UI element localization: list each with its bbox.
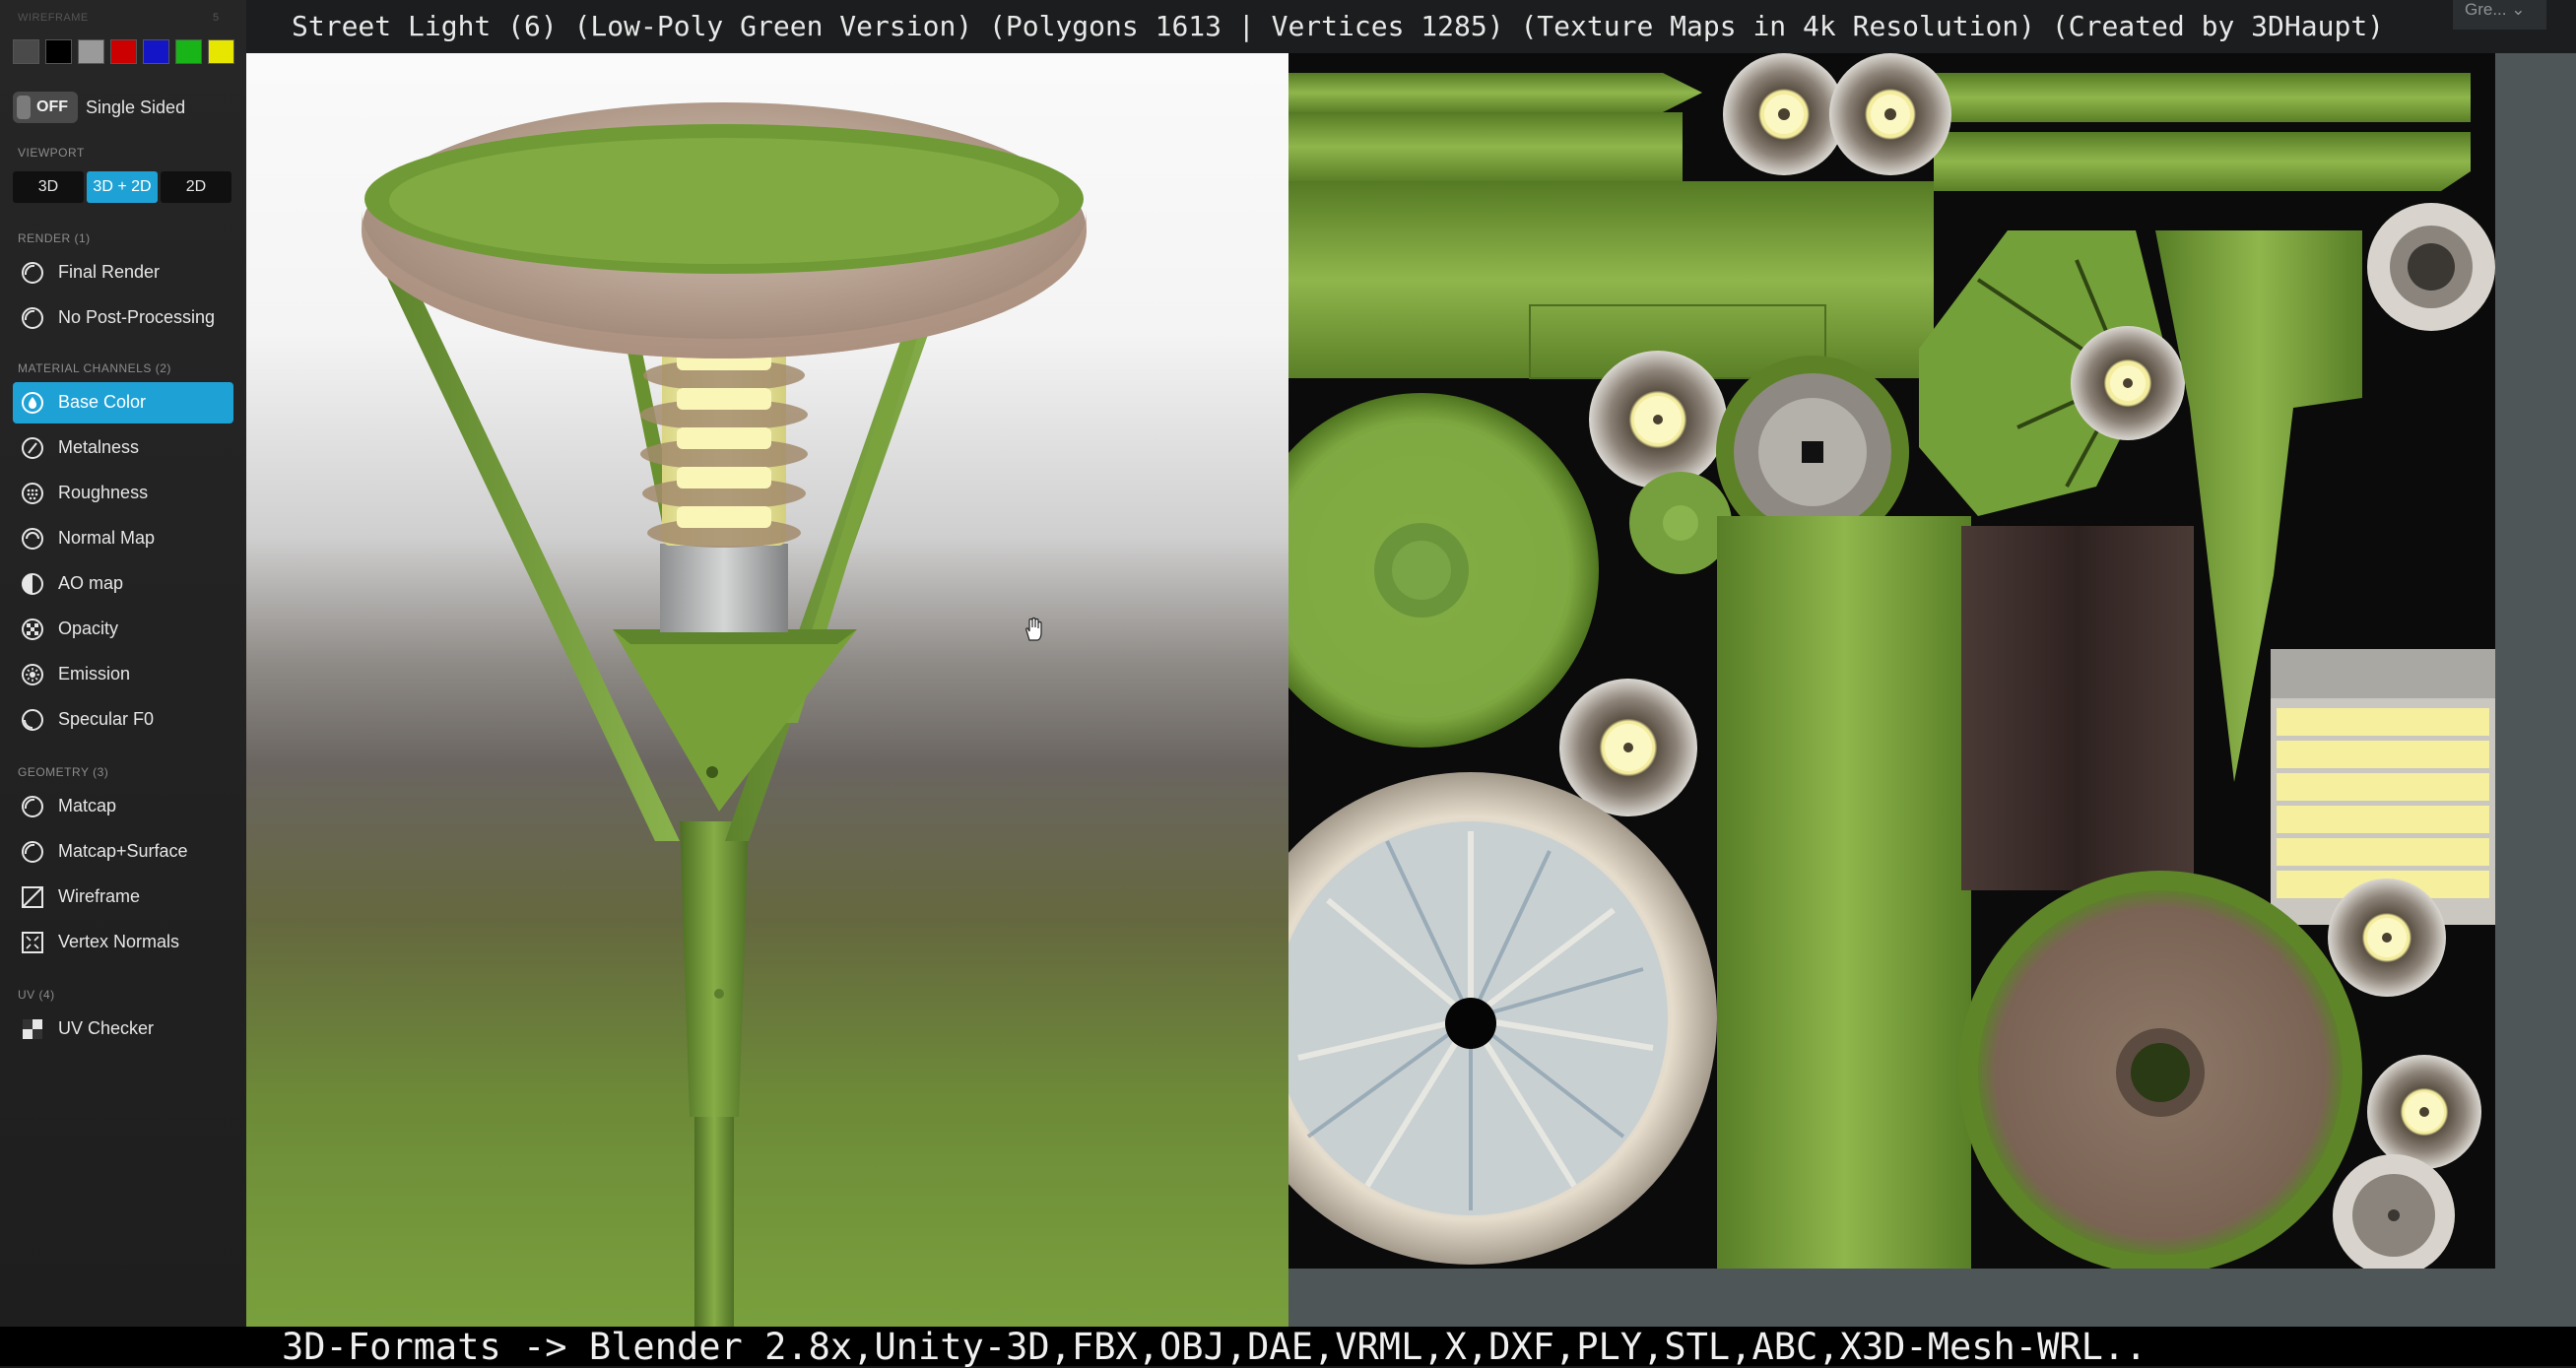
- menu-item-label: UV Checker: [58, 1018, 155, 1038]
- menu-item-label: Vertex Normals: [58, 932, 180, 951]
- uv-header: UV (4): [18, 988, 55, 1002]
- sphere-icon: [22, 841, 43, 863]
- wireframe-color-swatch[interactable]: [175, 39, 202, 64]
- menu-item-opacity[interactable]: Opacity: [13, 609, 233, 650]
- sphere-outline-icon: [22, 709, 43, 731]
- menu-item-matcap-surface[interactable]: Matcap+Surface: [13, 831, 233, 873]
- menu-item-emission[interactable]: Emission: [13, 654, 233, 695]
- material-channels-header: MATERIAL CHANNELS (2): [18, 361, 171, 375]
- menu-item-label: Normal Map: [58, 528, 156, 548]
- sun-icon: [22, 664, 43, 685]
- menu-item-label: Roughness: [58, 483, 149, 502]
- hand-cursor-icon: [1025, 617, 1042, 641]
- wireframe-color-swatch[interactable]: [208, 39, 234, 64]
- wireframe-color-swatch[interactable]: [143, 39, 169, 64]
- viewport-2d-button[interactable]: 2D: [161, 171, 231, 203]
- menu-item-uv-checker[interactable]: UV Checker: [13, 1009, 233, 1050]
- sphere-icon: [22, 307, 43, 329]
- droplet-icon: [22, 392, 43, 414]
- menu-item-matcap[interactable]: Matcap: [13, 786, 233, 827]
- viewport-3d-button[interactable]: 3D: [13, 171, 84, 203]
- menu-item-label: No Post-Processing: [58, 307, 216, 327]
- normal-map-icon: [22, 528, 43, 550]
- uv-texture-map[interactable]: [1288, 53, 2495, 1269]
- menu-item-no-post-processing[interactable]: No Post-Processing: [13, 297, 233, 339]
- model-title: Street Light (6) (Low-Poly Green Version…: [292, 10, 2385, 42]
- wireframe-counter: 5: [213, 12, 220, 24]
- sphere-icon: [22, 796, 43, 817]
- preset-dropdown[interactable]: Gre... ⌄: [2453, 0, 2546, 30]
- sidebar: WIREFRAME 5 OFF Single Sided VIEWPORT 3D…: [0, 0, 246, 1366]
- sphere-icon: [22, 262, 43, 284]
- geometry-header: GEOMETRY (3): [18, 765, 109, 779]
- single-sided-toggle[interactable]: OFF: [13, 92, 78, 123]
- menu-item-ao-map[interactable]: AO map: [13, 563, 233, 605]
- uv-texture-image: [1288, 53, 2495, 1269]
- menu-item-wireframe[interactable]: Wireframe: [13, 877, 233, 918]
- wireframe-color-swatch[interactable]: [45, 39, 72, 64]
- menu-item-label: Final Render: [58, 262, 161, 282]
- 3d-viewport[interactable]: [246, 53, 1288, 1327]
- menu-item-roughness[interactable]: Roughness: [13, 473, 233, 514]
- formats-banner: 3D-Formats -> Blender 2.8x,Unity-3D,FBX,…: [0, 1326, 2576, 1368]
- menu-item-final-render[interactable]: Final Render: [13, 252, 233, 293]
- menu-item-metalness[interactable]: Metalness: [13, 427, 233, 469]
- metal-icon: [22, 437, 43, 459]
- wireframe-header: WIREFRAME: [18, 12, 89, 24]
- menu-item-label: AO map: [58, 573, 124, 593]
- menu-item-label: Emission: [58, 664, 131, 684]
- checker-sphere-icon: [22, 619, 43, 640]
- half-sphere-icon: [22, 573, 43, 595]
- dotted-sphere-icon: [22, 483, 43, 504]
- menu-item-label: Specular F0: [58, 709, 155, 729]
- menu-item-label: Base Color: [58, 392, 147, 412]
- menu-item-vertex-normals[interactable]: Vertex Normals: [13, 922, 233, 963]
- menu-item-base-color[interactable]: Base Color: [13, 382, 233, 423]
- viewport-3d-2d-button[interactable]: 3D + 2D: [87, 171, 158, 203]
- wireframe-color-swatch[interactable]: [110, 39, 137, 64]
- menu-item-label: Matcap: [58, 796, 117, 815]
- checker-icon: [23, 1019, 42, 1039]
- chevron-down-icon: ⌄: [2511, 0, 2526, 19]
- menu-item-label: Matcap+Surface: [58, 841, 188, 861]
- single-sided-label: Single Sided: [86, 98, 186, 117]
- menu-item-label: Wireframe: [58, 886, 141, 906]
- menu-item-normal-map[interactable]: Normal Map: [13, 518, 233, 559]
- formats-text: 3D-Formats -> Blender 2.8x,Unity-3D,FBX,…: [282, 1326, 2147, 1368]
- wireframe-icon: [22, 886, 43, 908]
- preset-dropdown-value: Gre...: [2465, 0, 2507, 19]
- viewport-header: VIEWPORT: [18, 146, 85, 160]
- wireframe-color-swatch[interactable]: [13, 39, 39, 64]
- render-header: RENDER (1): [18, 231, 91, 245]
- menu-item-label: Opacity: [58, 619, 119, 638]
- title-bar: Street Light (6) (Low-Poly Green Version…: [246, 0, 2576, 53]
- menu-item-specular-f0[interactable]: Specular F0: [13, 699, 233, 741]
- vertex-normals-icon: [22, 932, 43, 953]
- wireframe-color-swatch[interactable]: [78, 39, 104, 64]
- menu-item-label: Metalness: [58, 437, 140, 457]
- street-light-model: [362, 102, 1087, 1327]
